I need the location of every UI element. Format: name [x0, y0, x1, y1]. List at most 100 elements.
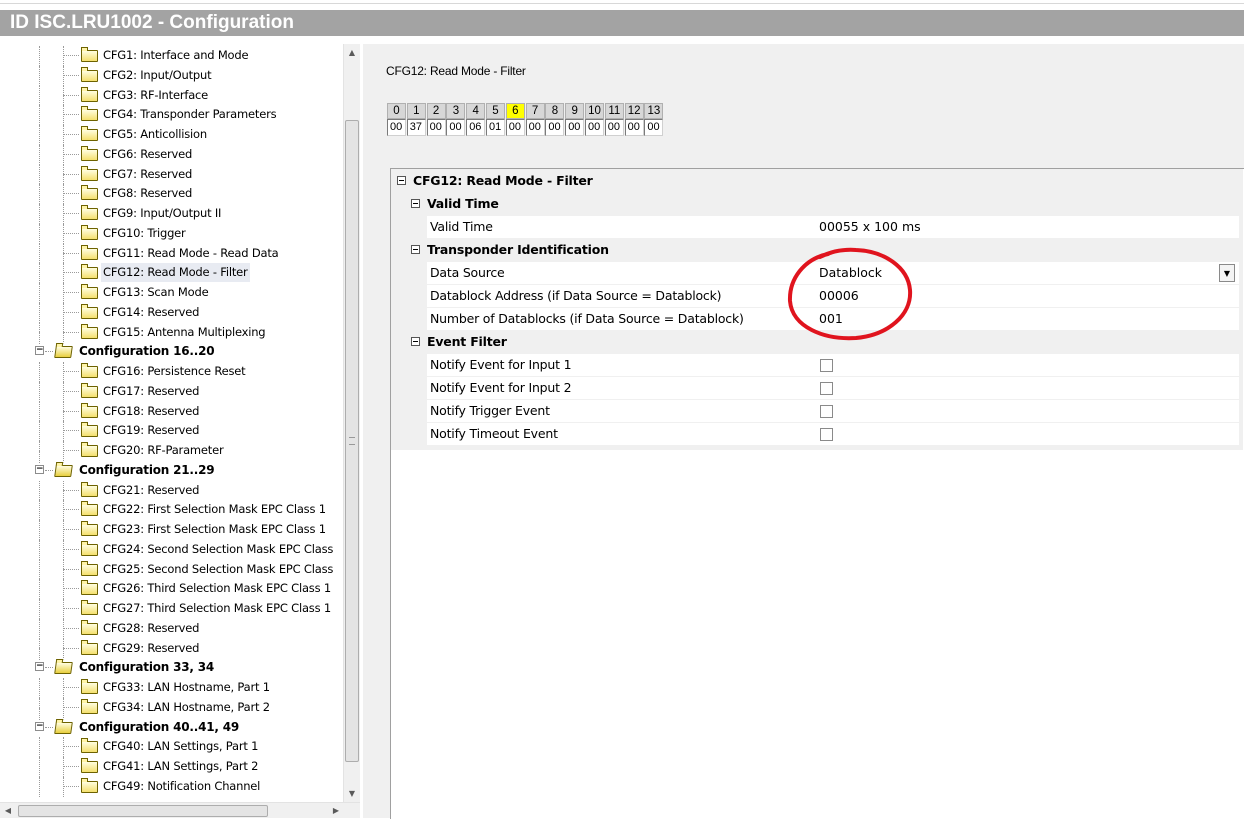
tree-item[interactable]: CFG29: Reserved	[0, 638, 343, 659]
property-notify-trigger[interactable]: Notify Trigger Event	[391, 399, 1243, 422]
byte-index-header[interactable]: 5	[486, 103, 505, 119]
tree-item[interactable]: CFG19: Reserved	[0, 421, 343, 441]
byte-index-header[interactable]: 3	[446, 103, 466, 119]
byte-value-field[interactable]: 00	[505, 119, 525, 136]
collapse-icon[interactable]	[411, 245, 420, 254]
byte-value-field[interactable]: 37	[406, 119, 426, 136]
tree-item[interactable]: CFG26: Third Selection Mask EPC Class 1	[0, 579, 343, 599]
tree-item[interactable]: CFG40: LAN Settings, Part 1	[0, 737, 343, 757]
tree-item[interactable]: CFG28: Reserved	[0, 618, 343, 639]
tree-hscroll-thumb[interactable]	[18, 805, 268, 817]
byte-value-field[interactable]: 00	[525, 119, 545, 136]
panel-splitter[interactable]	[363, 44, 372, 818]
tree-item[interactable]: CFG20: RF-Parameter	[0, 441, 343, 461]
property-data-source[interactable]: Data Source Datablock ▼	[391, 261, 1243, 284]
tree-item[interactable]: CFG49: Notification Channel	[0, 776, 343, 797]
tree-vertical-scrollbar[interactable]: ▲ ▼	[343, 44, 360, 802]
byte-value-field[interactable]: 00	[387, 119, 406, 136]
tree-item[interactable]: CFG34: LAN Hostname, Part 2	[0, 697, 343, 718]
scroll-left-arrow-icon[interactable]: ◀	[0, 802, 16, 819]
byte-value-field[interactable]: 01	[486, 119, 505, 136]
tree-item[interactable]: CFG25: Second Selection Mask EPC Class	[0, 559, 343, 580]
collapse-icon[interactable]: −	[35, 662, 44, 672]
tree-item[interactable]: CFG41: LAN Settings, Part 2	[0, 757, 343, 777]
tree-item[interactable]: CFG23: First Selection Mask EPC Class 1	[0, 520, 343, 540]
tree-item[interactable]: CFG21: Reserved	[0, 480, 343, 501]
tree-item[interactable]: CFG1: Interface and Mode	[0, 46, 343, 66]
tree-item[interactable]: CFG9: Input/Output II	[0, 204, 343, 224]
property-notify-input-1[interactable]: Notify Event for Input 1	[391, 353, 1243, 376]
tree-item[interactable]: CFG18: Reserved	[0, 401, 343, 422]
byte-index-header[interactable]: 9	[565, 103, 585, 119]
notify-timeout-value[interactable]	[816, 423, 1239, 445]
tree-item[interactable]: CFG22: First Selection Mask EPC Class 1	[0, 500, 343, 520]
byte-index-header[interactable]: 6	[505, 103, 525, 119]
tree-item[interactable]: CFG13: Scan Mode	[0, 283, 343, 303]
tree-item[interactable]: CFG6: Reserved	[0, 144, 343, 165]
tree-item[interactable]: CFG8: Reserved	[0, 184, 343, 204]
category-valid-time[interactable]: Valid Time	[391, 192, 1243, 214]
property-datablock-address[interactable]: Datablock Address (if Data Source = Data…	[391, 284, 1243, 307]
byte-value-field[interactable]: 00	[604, 119, 624, 136]
tree-item[interactable]: CFG15: Antenna Multiplexing	[0, 322, 343, 343]
tree-item[interactable]: CFG11: Read Mode - Read Data	[0, 243, 343, 264]
tree-item[interactable]: CFG7: Reserved	[0, 164, 343, 185]
notify-input-2-checkbox[interactable]	[820, 382, 833, 395]
property-notify-input-2[interactable]: Notify Event for Input 2	[391, 376, 1243, 399]
notify-input-1-value[interactable]	[816, 354, 1239, 376]
byte-index-header[interactable]: 1	[406, 103, 426, 119]
collapse-icon[interactable]: −	[35, 464, 44, 474]
notify-trigger-value[interactable]	[816, 400, 1239, 422]
byte-index-header[interactable]: 7	[525, 103, 545, 119]
collapse-icon[interactable]	[411, 337, 420, 346]
datablock-address-value[interactable]: 00006	[816, 285, 1239, 307]
byte-value-field[interactable]: 06	[466, 119, 486, 136]
byte-value-field[interactable]: 00	[426, 119, 446, 136]
tree-group-node[interactable]: − Configuration 16..20	[0, 332, 343, 361]
tree-group-node[interactable]: − Configuration 33, 34	[0, 648, 343, 677]
scroll-down-arrow-icon[interactable]: ▼	[344, 785, 360, 802]
byte-value-field[interactable]: 00	[545, 119, 565, 136]
byte-index-header[interactable]: 8	[545, 103, 565, 119]
notify-input-1-checkbox[interactable]	[820, 359, 833, 372]
number-of-datablocks-value[interactable]: 001	[816, 308, 1239, 330]
property-notify-timeout[interactable]: Notify Timeout Event	[391, 422, 1243, 445]
tree-item[interactable]: CFG33: LAN Hostname, Part 1	[0, 678, 343, 698]
property-number-of-datablocks[interactable]: Number of Datablocks (if Data Source = D…	[391, 307, 1243, 330]
scroll-right-arrow-icon[interactable]: ▶	[328, 802, 344, 819]
byte-index-header[interactable]: 10	[585, 103, 604, 119]
byte-index-header[interactable]: 0	[387, 103, 406, 119]
chevron-down-icon[interactable]: ▼	[1219, 264, 1235, 282]
tree-scroll-thumb[interactable]	[345, 120, 359, 762]
tree-horizontal-scrollbar[interactable]: ◀ ▶	[0, 802, 360, 818]
notify-input-2-value[interactable]	[816, 377, 1239, 399]
byte-index-header[interactable]: 12	[624, 103, 644, 119]
collapse-icon[interactable]	[397, 176, 406, 185]
tree-item[interactable]: CFG10: Trigger	[0, 223, 343, 244]
collapse-icon[interactable]	[411, 199, 420, 208]
byte-index-header[interactable]: 13	[644, 103, 664, 119]
category-event-filter[interactable]: Event Filter	[391, 330, 1243, 352]
byte-value-field[interactable]: 00	[565, 119, 585, 136]
tree-item[interactable]: CFG24: Second Selection Mask EPC Class	[0, 539, 343, 560]
property-valid-time[interactable]: Valid Time 00055 x 100 ms	[391, 215, 1243, 238]
byte-index-header[interactable]: 11	[604, 103, 624, 119]
byte-value-field[interactable]: 00	[585, 119, 604, 136]
collapse-icon[interactable]: −	[35, 346, 44, 356]
tree-item[interactable]: CFG16: Persistence Reset	[0, 362, 343, 382]
valid-time-value[interactable]: 00055 x 100 ms	[816, 216, 1239, 238]
tree-item[interactable]: CFG2: Input/Output	[0, 65, 343, 86]
tree-group-node[interactable]: − Configuration 21..29	[0, 450, 343, 480]
byte-value-field[interactable]: 00	[624, 119, 644, 136]
tree-item[interactable]: CFG12: Read Mode - Filter	[0, 263, 343, 283]
byte-value-field[interactable]: 00	[446, 119, 466, 136]
config-tree[interactable]: CFG1: Interface and Mode CFG2: Input/Outp…	[0, 44, 363, 818]
scroll-up-arrow-icon[interactable]: ▲	[344, 44, 360, 61]
tree-item[interactable]: CFG5: Anticollision	[0, 125, 343, 145]
notify-timeout-checkbox[interactable]	[820, 428, 833, 441]
tree-item[interactable]: CFG4: Transponder Parameters	[0, 105, 343, 125]
tree-group-node[interactable]: − Configuration 40..41, 49	[0, 707, 343, 737]
category-transponder-identification[interactable]: Transponder Identification	[391, 238, 1243, 260]
collapse-icon[interactable]: −	[35, 721, 44, 731]
tree-item[interactable]: CFG17: Reserved	[0, 381, 343, 402]
